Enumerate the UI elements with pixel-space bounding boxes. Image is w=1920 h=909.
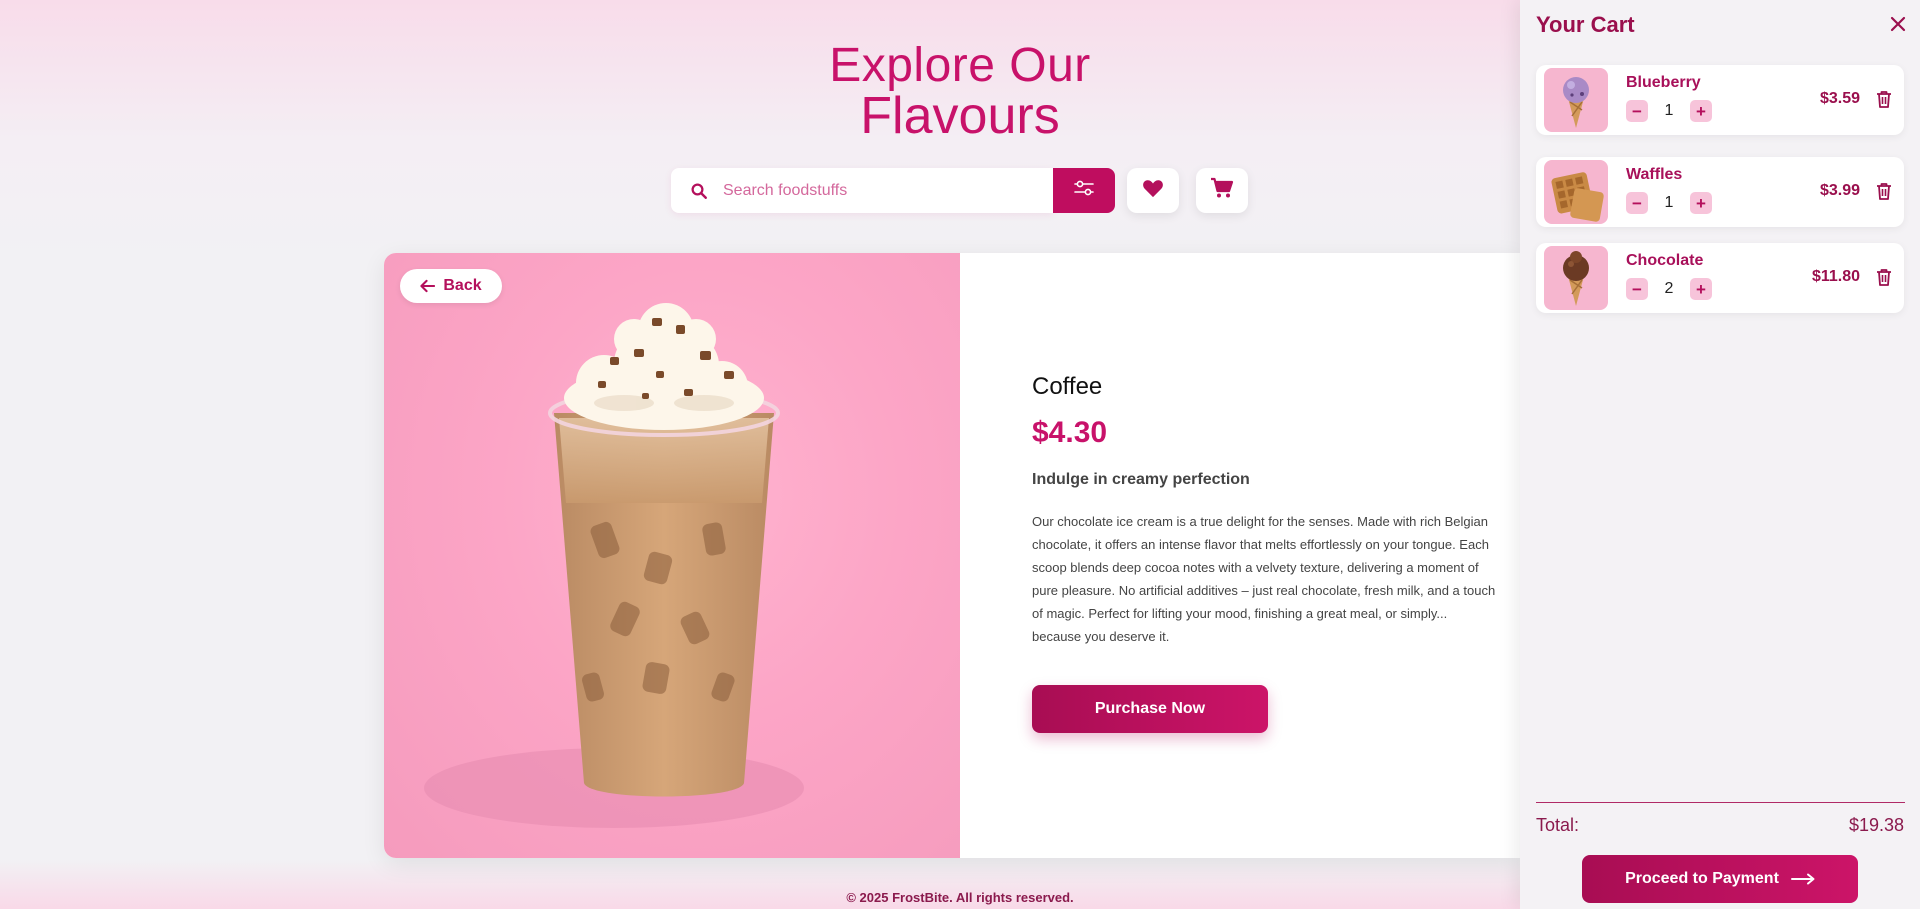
back-label: Back xyxy=(443,277,482,294)
cart-item-name: Waffles xyxy=(1626,166,1683,183)
cart-divider xyxy=(1536,802,1905,803)
ice-cream-cone-icon xyxy=(1544,68,1608,132)
quantity-value: 1 xyxy=(1664,102,1674,119)
cart-item-name: Blueberry xyxy=(1626,74,1701,91)
arrow-right-icon xyxy=(1790,873,1815,885)
cart-total-label: Total: xyxy=(1536,815,1580,835)
cart-button[interactable] xyxy=(1196,168,1248,213)
increase-quantity-button[interactable]: + xyxy=(1690,100,1712,122)
arrow-left-icon xyxy=(420,279,436,293)
product-tagline: Indulge in creamy perfection xyxy=(1032,471,1250,488)
increase-quantity-button[interactable]: + xyxy=(1690,278,1712,300)
product-description: Our chocolate ice cream is a true deligh… xyxy=(1032,514,1496,644)
cart-total-value: $19.38 xyxy=(1848,815,1904,835)
quantity-value: 1 xyxy=(1664,194,1674,211)
trash-icon[interactable] xyxy=(1875,267,1893,287)
purchase-now-button[interactable]: Purchase Now xyxy=(1032,685,1268,733)
heart-icon xyxy=(1142,178,1164,203)
product-name: Coffee xyxy=(1032,373,1103,400)
product-image: Back xyxy=(384,253,960,858)
decrease-quantity-button[interactable]: − xyxy=(1626,192,1648,214)
cart-item-price: $11.80 xyxy=(1811,268,1860,285)
quantity-stepper: − 2 + xyxy=(1626,278,1712,300)
search-icon xyxy=(689,181,709,201)
iced-coffee-image xyxy=(424,303,804,828)
cart-icon xyxy=(1210,177,1234,204)
back-button[interactable]: Back xyxy=(400,269,502,303)
trash-icon[interactable] xyxy=(1875,89,1893,109)
cart-item: Chocolate − 2 + $11.80 xyxy=(1536,243,1904,313)
quantity-stepper: − 1 + xyxy=(1626,192,1712,214)
product-card: Back Coffee $4.30 Indulge in creamy perf… xyxy=(384,253,1520,858)
ice-cream-cone-icon xyxy=(1544,246,1608,310)
cart-item-price: $3.59 xyxy=(1819,90,1860,107)
waffle-icon xyxy=(1544,160,1608,224)
search-toolbar xyxy=(671,168,1248,213)
filter-button[interactable] xyxy=(1053,168,1115,213)
cart-item-name: Chocolate xyxy=(1626,252,1704,269)
cart-item: Waffles − 1 + $3.99 xyxy=(1536,157,1904,227)
favorites-button[interactable] xyxy=(1127,168,1179,213)
pay-label: Proceed to Payment xyxy=(1625,870,1779,887)
cart-item: Blueberry − 1 + $3.59 xyxy=(1536,65,1904,135)
close-icon[interactable] xyxy=(1888,14,1908,34)
trash-icon[interactable] xyxy=(1875,181,1893,201)
cart-item-price: $3.99 xyxy=(1819,182,1860,199)
decrease-quantity-button[interactable]: − xyxy=(1626,278,1648,300)
search-box xyxy=(671,168,1053,213)
cart-panel: Your Cart Blueberry − 1 + $3.59 Waffles … xyxy=(1520,0,1920,909)
increase-quantity-button[interactable]: + xyxy=(1690,192,1712,214)
sliders-icon xyxy=(1074,179,1094,202)
quantity-value: 2 xyxy=(1664,280,1674,297)
proceed-to-payment-button[interactable]: Proceed to Payment xyxy=(1582,855,1858,903)
decrease-quantity-button[interactable]: − xyxy=(1626,100,1648,122)
quantity-stepper: − 1 + xyxy=(1626,100,1712,122)
search-input[interactable] xyxy=(721,180,1045,201)
product-price: $4.30 xyxy=(1032,416,1108,449)
cart-title: Your Cart xyxy=(1536,12,1635,37)
